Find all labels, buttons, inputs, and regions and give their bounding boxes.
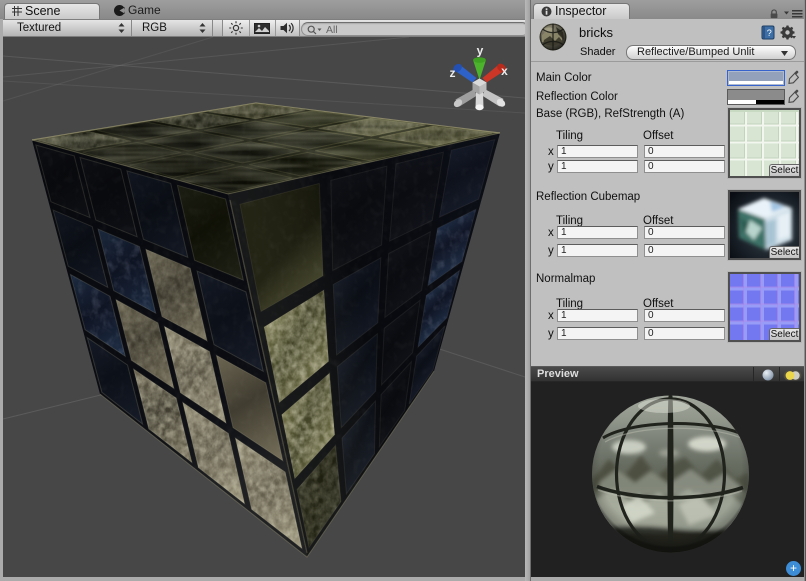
svg-text:?: ? (767, 28, 772, 38)
svg-text:y: y (477, 44, 484, 58)
svg-text:x: x (501, 64, 508, 78)
svg-text:z: z (450, 66, 456, 80)
